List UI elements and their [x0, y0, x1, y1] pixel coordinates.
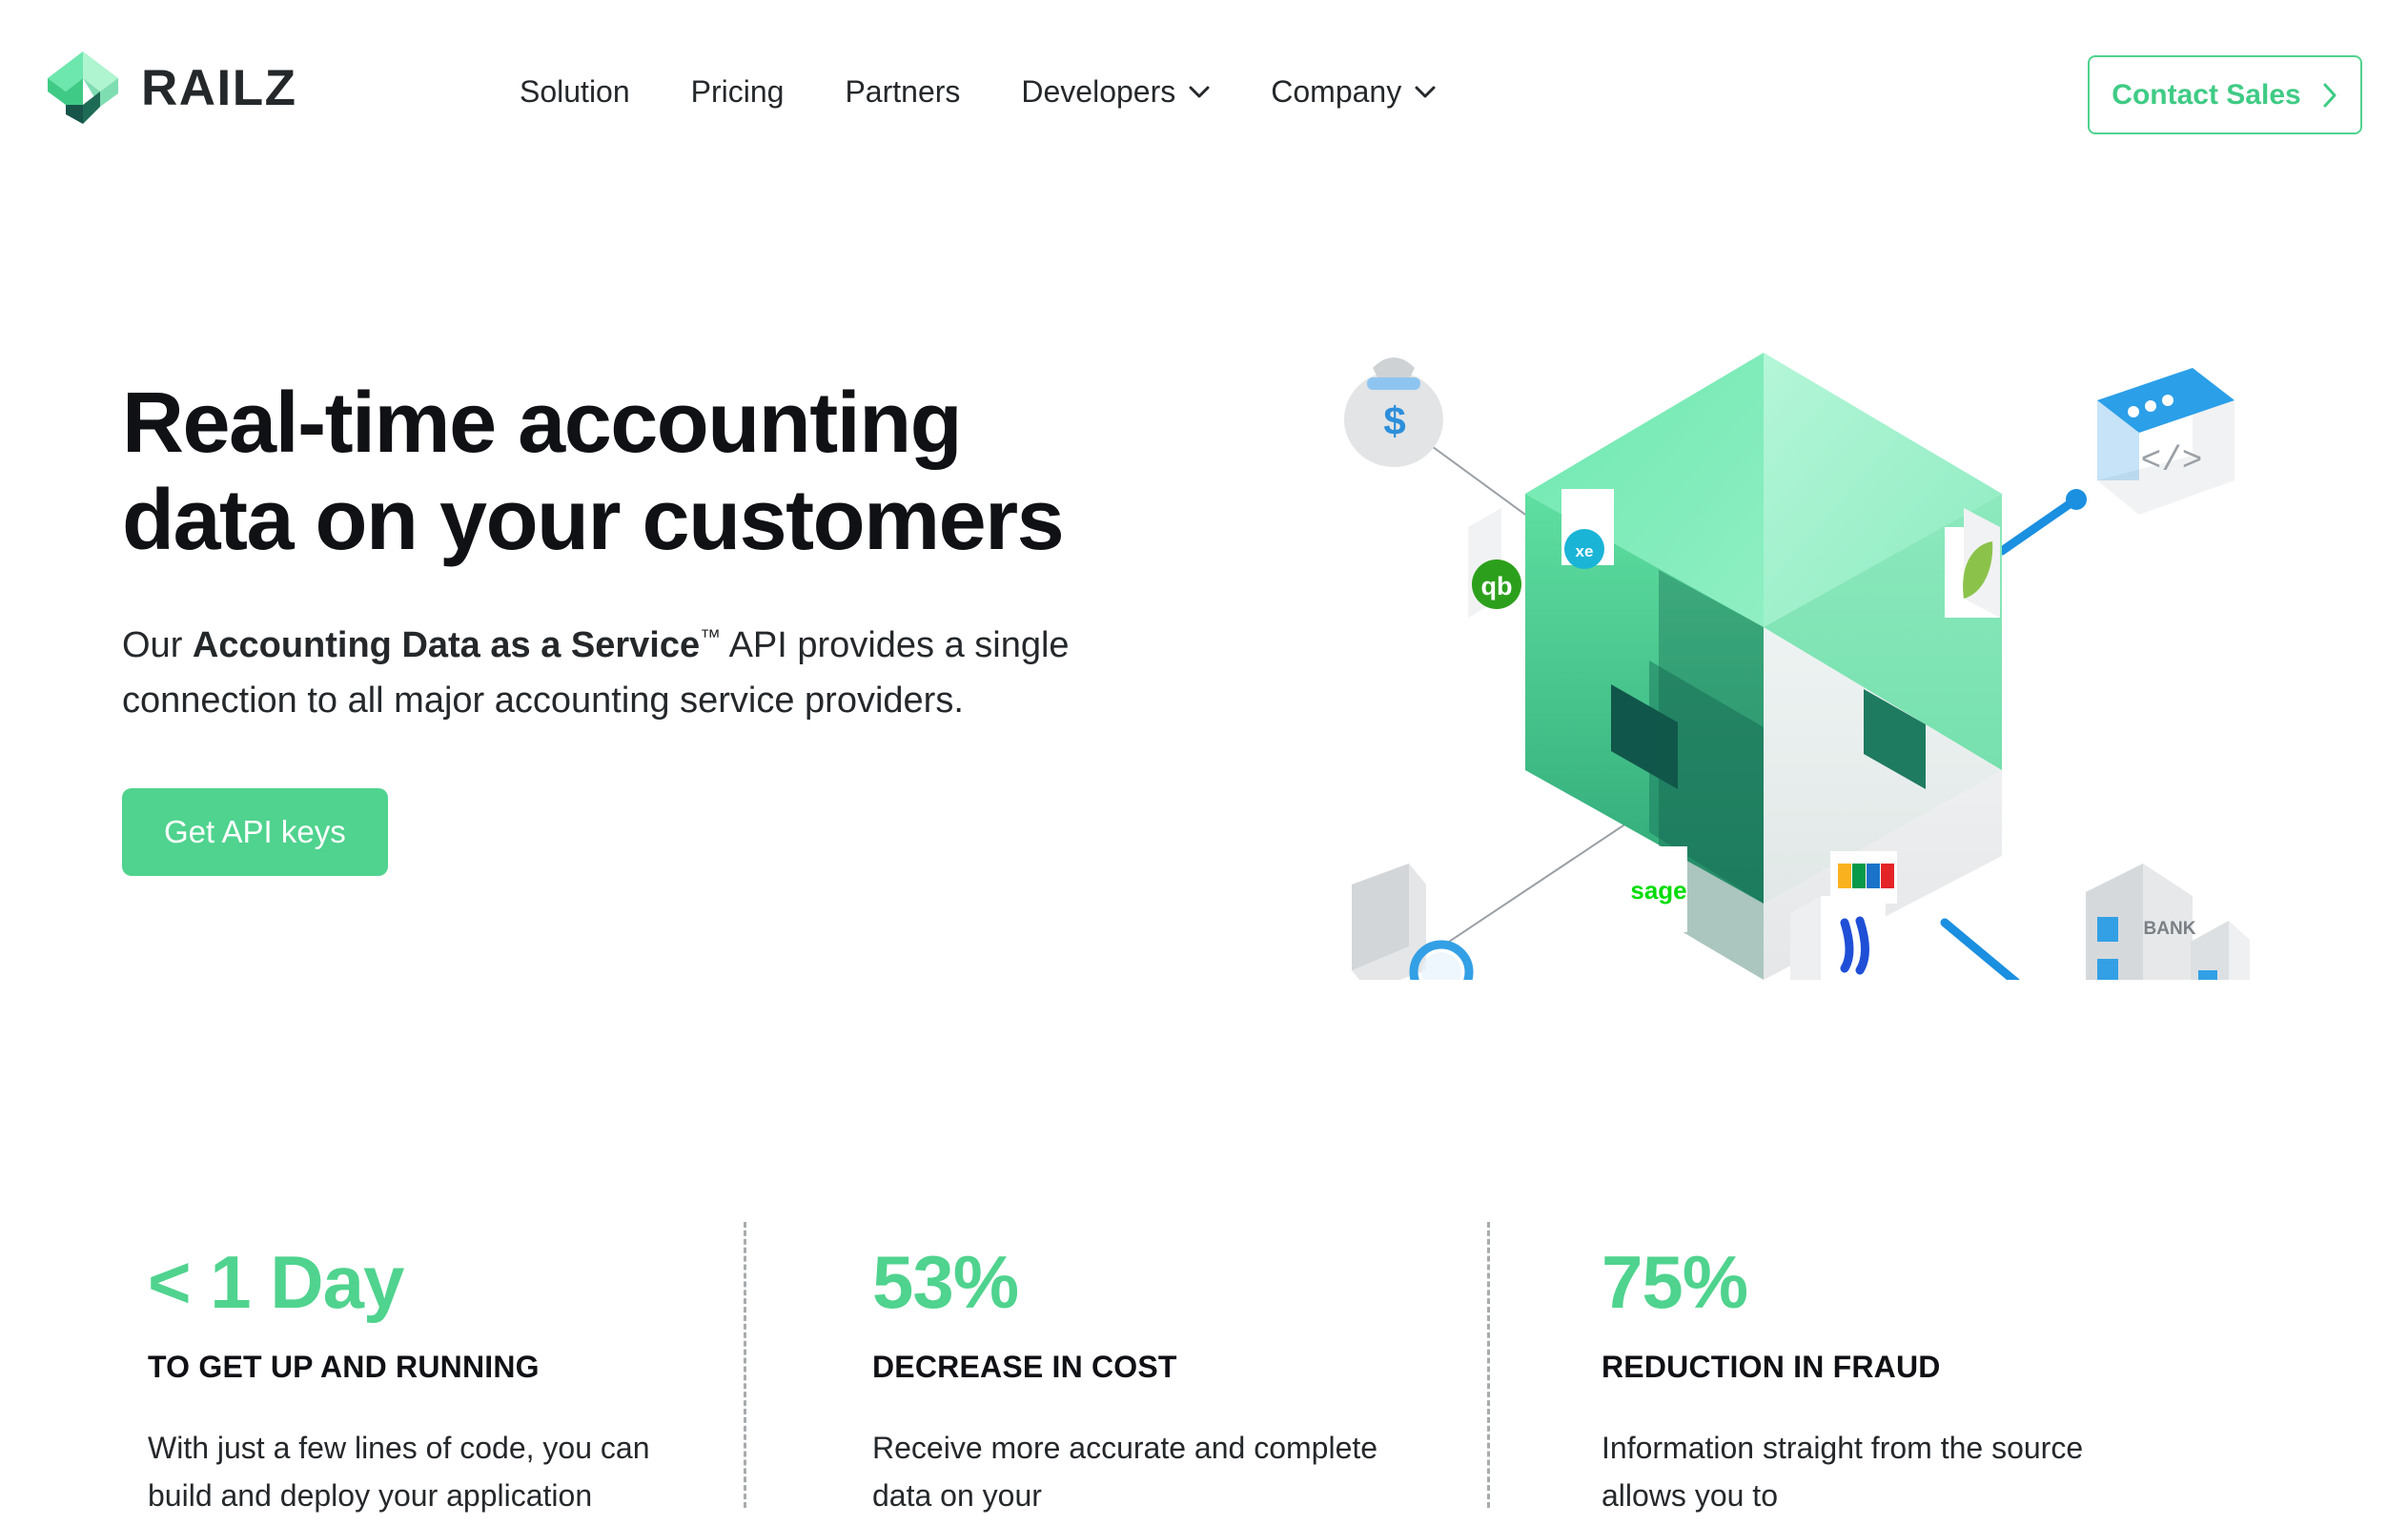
- ledger-book-magnifier-icon: [1352, 864, 1474, 980]
- contact-sales-label: Contact Sales: [2112, 78, 2301, 111]
- get-api-keys-button[interactable]: Get API keys: [122, 787, 388, 876]
- code-window-icon: </>: [2097, 368, 2235, 515]
- stat-description: Receive more accurate and complete data …: [872, 1431, 1378, 1513]
- nav-item-partners[interactable]: Partners: [845, 69, 960, 114]
- headline-line-2: data on your customers: [122, 472, 1065, 568]
- hero-section: Real-time accounting data on your custom…: [0, 170, 2408, 1218]
- xero-tile: xe: [1561, 489, 1614, 569]
- wave-tile: [1790, 896, 1886, 980]
- get-api-keys-label: Get API keys: [164, 814, 346, 850]
- sage-tile: sage: [1630, 846, 1687, 932]
- stat-description: With just a few lines of code, you can b…: [148, 1431, 650, 1513]
- svg-text:$: $: [1383, 398, 1405, 443]
- svg-text:</>: </>: [2141, 441, 2203, 480]
- stat-card-fraud: 75% REDUCTION IN FRAUD Information strai…: [1487, 1218, 2231, 1525]
- nav-item-label: Solution: [520, 74, 630, 109]
- bank-building-icon: BANK: [2086, 864, 2250, 980]
- subhead-bold-term: Accounting Data as a Service: [192, 625, 701, 666]
- stats-section: < 1 Day TO GET UP AND RUNNING With just …: [0, 1218, 2408, 1525]
- nav-item-label: Pricing: [690, 74, 785, 109]
- quickbooks-tile: qb: [1468, 508, 1525, 618]
- nav-item-label: Partners: [845, 74, 961, 109]
- stat-title: TO GET UP AND RUNNING: [148, 1350, 540, 1384]
- subhead-prefix: Our: [122, 625, 193, 666]
- nav-item-company[interactable]: Company: [1271, 69, 1436, 114]
- stat-divider: [1487, 1222, 1490, 1508]
- svg-text:sage: sage: [1630, 876, 1686, 905]
- stat-value: 53%: [872, 1240, 1019, 1324]
- stat-divider: [744, 1222, 746, 1508]
- page-title: Real-time accounting data on your custom…: [122, 376, 1247, 569]
- nav-item-developers[interactable]: Developers: [1021, 69, 1210, 114]
- svg-text:qb: qb: [1481, 572, 1513, 600]
- page-root: RAILZ Solution Pricing Partners Develope…: [0, 0, 2408, 1525]
- stat-value: 75%: [1602, 1240, 1748, 1324]
- stat-card-uptime: < 1 Day TO GET UP AND RUNNING With just …: [0, 1218, 744, 1525]
- nav-item-pricing[interactable]: Pricing: [691, 69, 785, 114]
- green-isometric-cube: [1525, 353, 2002, 980]
- site-header: RAILZ Solution Pricing Partners Develope…: [0, 0, 2408, 170]
- stat-title: REDUCTION IN FRAUD: [1602, 1350, 1941, 1384]
- hero-copy: Real-time accounting data on your custom…: [122, 376, 1247, 876]
- zoho-tile: [1830, 851, 1897, 904]
- headline-line-1: Real-time accounting: [122, 376, 963, 471]
- money-bag-icon: $: [1344, 357, 1443, 467]
- stat-title: DECREASE IN COST: [872, 1350, 1177, 1384]
- brand-name: RAILZ: [141, 59, 297, 116]
- chevron-down-icon: [1415, 86, 1436, 98]
- isometric-data-cube-illustration: qb xe sage $ </> BANK: [1335, 313, 2250, 980]
- nav-item-label: Company: [1271, 74, 1402, 109]
- svg-text:BANK: BANK: [2144, 919, 2196, 939]
- hero-subheading: Our Accounting Data as a Service™ API pr…: [122, 619, 1190, 729]
- stat-value: < 1 Day: [148, 1240, 404, 1324]
- nav-item-solution[interactable]: Solution: [520, 69, 630, 114]
- contact-sales-button[interactable]: Contact Sales: [2088, 55, 2362, 134]
- trademark-symbol: ™: [700, 624, 722, 649]
- railz-cube-logo-icon: [46, 50, 120, 126]
- main-navigation: Solution Pricing Partners Developers Com…: [520, 69, 1436, 114]
- svg-text:xe: xe: [1576, 542, 1594, 560]
- stat-description: Information straight from the source all…: [1602, 1431, 2084, 1513]
- chevron-right-icon: [2322, 82, 2338, 109]
- stat-card-cost: 53% DECREASE IN COST Receive more accura…: [744, 1218, 1487, 1525]
- chevron-down-icon: [1189, 86, 1210, 98]
- nav-item-label: Developers: [1021, 74, 1176, 109]
- brand-logo-link[interactable]: RAILZ: [46, 50, 297, 126]
